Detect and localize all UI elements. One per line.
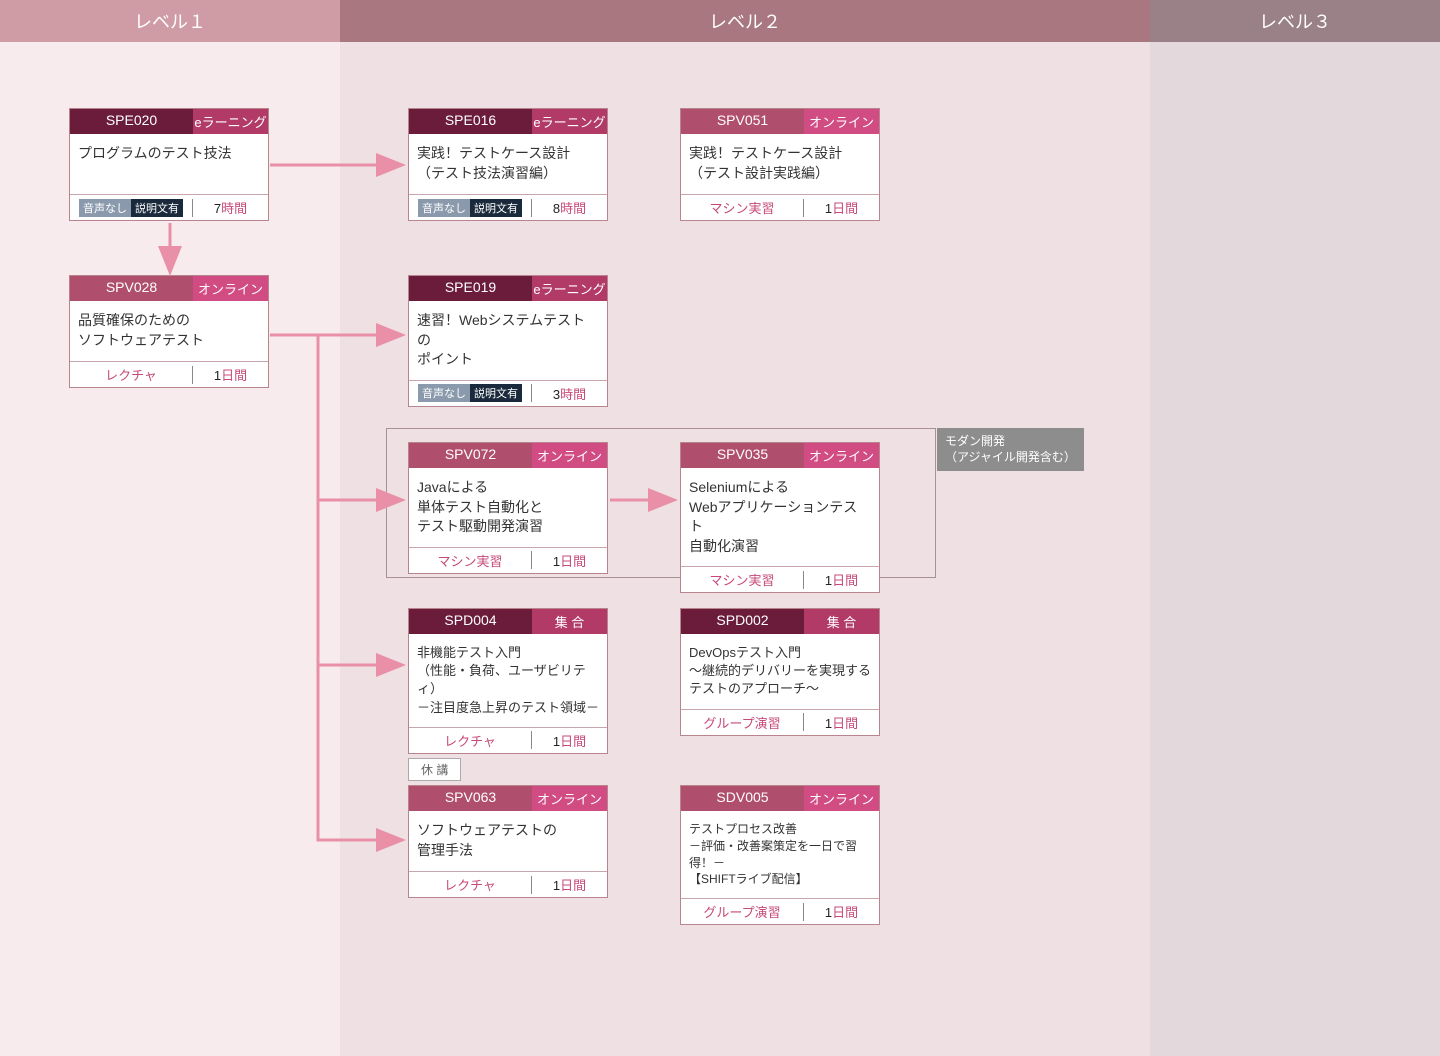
card-spe016[interactable]: SPE016eラーニング 実践！テストケース設計（テスト技法演習編） 音声なし説…	[408, 108, 608, 221]
course-code: SPE020	[70, 109, 193, 134]
suspended-badge: 休 講	[408, 758, 461, 781]
level-2-header: レベル２	[340, 0, 1150, 42]
column-level-2: レベル２ モダン開発 （アジャイル開発含む） SPE016eラーニング 実践！テ…	[340, 0, 1150, 1056]
duration-unit: 時間	[221, 201, 247, 216]
level-columns: レベル１ SPE020 eラーニング プログラムのテスト技法 音声なし 説明文有…	[0, 0, 1440, 1056]
lesson-type: レクチャ	[70, 362, 192, 387]
card-sdv005[interactable]: SDV005オンライン テストプロセス改善－評価・改善案策定を一日で習得！－【S…	[680, 785, 880, 925]
level-1-header: レベル１	[0, 0, 340, 42]
card-spe020[interactable]: SPE020 eラーニング プログラムのテスト技法 音声なし 説明文有 7時間	[69, 108, 269, 221]
course-title: 品質確保のための ソフトウェアテスト	[70, 301, 268, 361]
card-spv035[interactable]: SPV035オンライン SeleniumによるWebアプリケーションテスト自動化…	[680, 442, 880, 593]
card-spv028[interactable]: SPV028 オンライン 品質確保のための ソフトウェアテスト レクチャ 1日間	[69, 275, 269, 388]
group-label: モダン開発 （アジャイル開発含む）	[937, 428, 1084, 471]
card-head: SPE020 eラーニング	[70, 109, 268, 134]
card-spe019[interactable]: SPE019eラーニング 速習！Webシステムテストのポイント 音声なし説明文有…	[408, 275, 608, 407]
desc-badge: 説明文有	[131, 199, 183, 217]
card-footer: レクチャ 1日間	[70, 361, 268, 387]
course-code: SPV028	[70, 276, 193, 301]
course-tag: eラーニング	[193, 109, 268, 134]
card-spv051[interactable]: SPV051オンライン 実践！テストケース設計（テスト設計実践編） マシン実習1…	[680, 108, 880, 221]
level-3-header: レベル３	[1150, 0, 1440, 42]
course-title: プログラムのテスト技法	[70, 134, 268, 194]
card-footer: 音声なし 説明文有 7時間	[70, 194, 268, 220]
card-head: SPV028 オンライン	[70, 276, 268, 301]
course-tag: オンライン	[193, 276, 268, 301]
card-spv063[interactable]: SPV063オンライン ソフトウェアテストの管理手法 レクチャ1日間	[408, 785, 608, 898]
column-level-3: レベル３	[1150, 0, 1440, 1056]
column-level-1: レベル１ SPE020 eラーニング プログラムのテスト技法 音声なし 説明文有…	[0, 0, 340, 1056]
card-spd004[interactable]: SPD004集 合 非機能テスト入門（性能・負荷、ユーザビリティ）－注目度急上昇…	[408, 608, 608, 754]
audio-badge: 音声なし	[79, 199, 131, 217]
card-spd002[interactable]: SPD002集 合 DevOpsテスト入門～継続的デリバリーを実現するテストのア…	[680, 608, 880, 736]
card-spv072[interactable]: SPV072オンライン Javaによる単体テスト自動化とテスト駆動開発演習 マシ…	[408, 442, 608, 574]
